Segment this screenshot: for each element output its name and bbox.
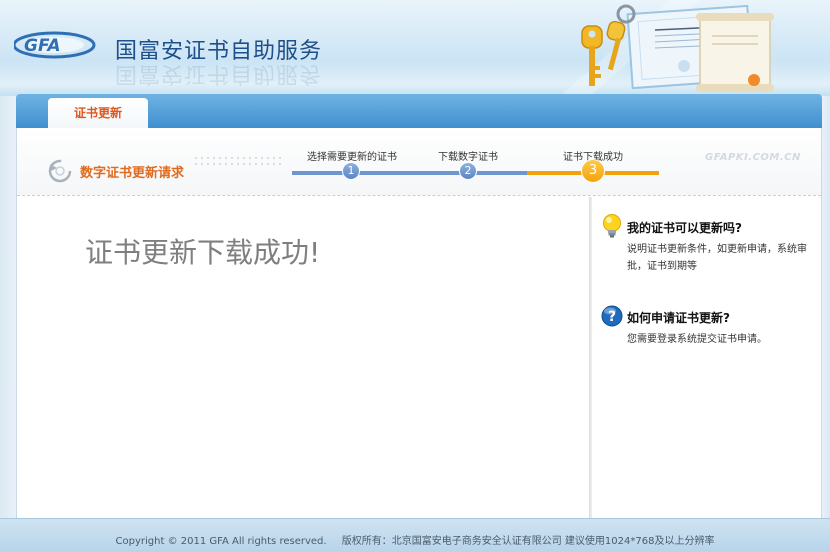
- main-panel: 数字证书更新请求 选择需要更新的证书 下载数字证书 证书下载成功 1 2 3 G…: [16, 128, 822, 518]
- content-area: 证书更新下载成功!: [17, 197, 589, 518]
- owner-text: 版权所有：北京国富安电子商务安全认证有限公司 建议使用1024*768及以上分辨…: [341, 536, 715, 547]
- tab-cert-update[interactable]: 证书更新: [48, 98, 148, 128]
- step-1-label: 选择需要更新的证书: [307, 152, 397, 163]
- refresh-icon: [48, 159, 72, 183]
- question-icon: ?: [601, 305, 623, 327]
- faq-answer: 您需要登录系统提交证书申请。: [627, 334, 767, 345]
- content-divider: [589, 197, 592, 518]
- gfa-logo: GFA: [14, 31, 96, 59]
- copyright-text: Copyright © 2011 GFA All rights reserved…: [115, 536, 327, 547]
- faq-question[interactable]: 如何申请证书更新?: [627, 309, 730, 326]
- step-2-number: 2: [459, 162, 477, 180]
- faq-question[interactable]: 我的证书可以更新吗?: [627, 219, 742, 236]
- logo-text: GFA: [24, 36, 61, 56]
- decorative-dots: [193, 155, 283, 169]
- help-sidebar: 我的证书可以更新吗? 说明证书更新条件，如更新申请，系统审批，证书到期等 ? 如…: [593, 197, 821, 518]
- page-header: GFA 国富安证书自助服务 国富安证书自助服务: [0, 0, 830, 96]
- steps-header: 数字证书更新请求 选择需要更新的证书 下载数字证书 证书下载成功 1 2 3 G…: [17, 128, 821, 196]
- faq-answer: 说明证书更新条件，如更新申请，系统审批，证书到期等: [627, 244, 807, 272]
- watermark: GFAPKI.COM.CN: [705, 152, 801, 163]
- footer-text: Copyright © 2011 GFA All rights reserved…: [0, 532, 830, 547]
- lightbulb-icon: [603, 214, 621, 238]
- success-message: 证书更新下载成功!: [85, 236, 321, 269]
- right-edge: [822, 96, 830, 518]
- left-edge: [0, 96, 16, 518]
- section-title: 数字证书更新请求: [80, 166, 185, 181]
- tab-bar: 证书更新: [16, 94, 822, 128]
- certificate-keys-illustration: [560, 0, 774, 96]
- svg-text:?: ?: [608, 309, 616, 325]
- step-2-label: 下载数字证书: [438, 152, 498, 163]
- app-title-reflection: 国富安证书自助服务: [115, 61, 323, 86]
- page-footer: Copyright © 2011 GFA All rights reserved…: [0, 518, 830, 552]
- step-1-number: 1: [342, 162, 360, 180]
- step-3-number: 3: [581, 159, 605, 183]
